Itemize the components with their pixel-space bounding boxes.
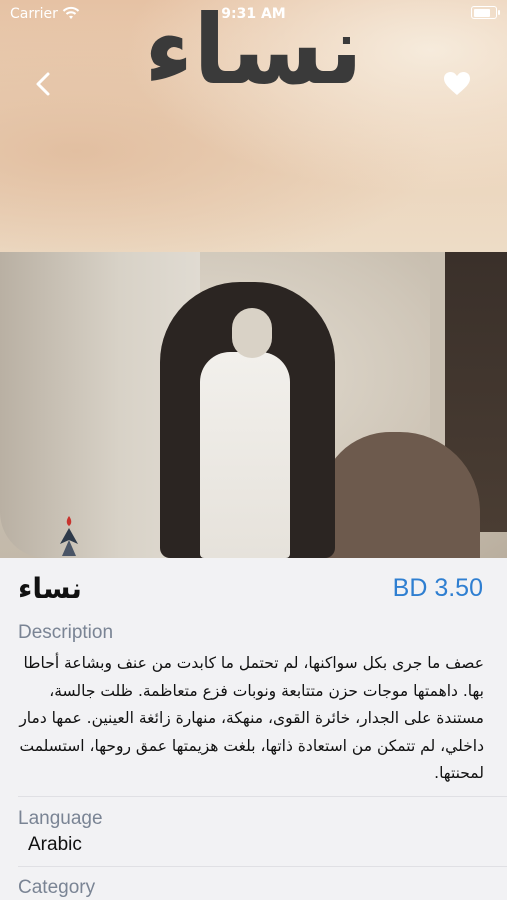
battery-icon (471, 6, 500, 19)
cover-photo (0, 252, 507, 558)
heart-icon[interactable] (443, 71, 471, 97)
language-label: Language (18, 808, 103, 829)
book-title: نساء (18, 572, 82, 605)
publisher-logo-icon (60, 516, 78, 556)
battery-level (473, 8, 490, 17)
divider (18, 866, 507, 867)
divider (18, 796, 507, 797)
price-label: BD 3.50 (392, 574, 483, 602)
status-time: 9:31 AM (221, 6, 286, 22)
cover-header-band: نساء (0, 0, 507, 252)
description-text: عصف ما جرى بكل سواكنها، لم تحتمل ما كابد… (19, 654, 484, 782)
chevron-left-icon[interactable] (30, 68, 58, 100)
description-label: Description (18, 622, 114, 643)
language-value: Arabic (28, 834, 82, 855)
category-label: Category (18, 877, 96, 898)
status-bar: Carrier 9:31 AM (0, 0, 507, 28)
cover-image: نساء (0, 0, 507, 558)
title-row: نساء BD 3.50 (0, 558, 507, 618)
